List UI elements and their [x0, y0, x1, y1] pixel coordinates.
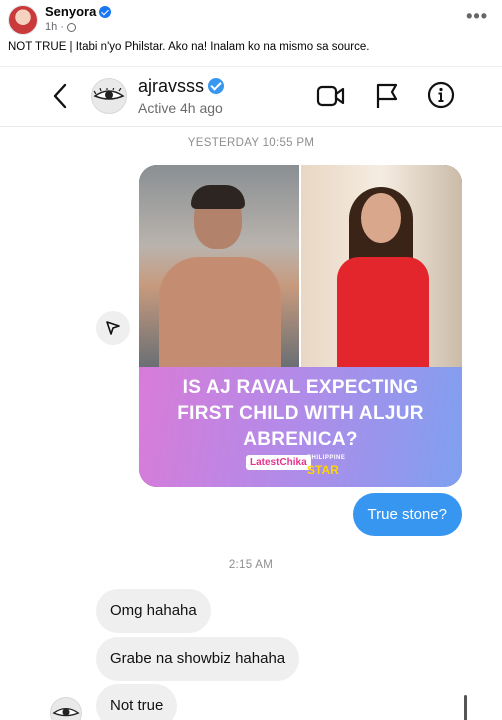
shared-post-photo-right: [301, 165, 462, 367]
back-icon[interactable]: [50, 81, 70, 111]
sender-avatar[interactable]: [50, 697, 82, 720]
received-message[interactable]: Not true: [96, 684, 178, 720]
dm-username-row[interactable]: ajravsss: [138, 76, 225, 97]
received-message[interactable]: Grabe na showbiz hahaha: [96, 637, 300, 681]
timestamp: 2:15 AM: [228, 559, 274, 571]
shared-post-card[interactable]: IS AJ RAVAL EXPECTING FIRST CHILD WITH A…: [139, 165, 462, 487]
info-icon[interactable]: [427, 81, 455, 109]
latestchika-logo: LatestChika: [246, 455, 311, 470]
verified-icon: [99, 6, 112, 18]
author-avatar[interactable]: [8, 5, 38, 35]
post-caption: NOT TRUE | Itabi n'yo Philstar. Ako na! …: [8, 41, 370, 53]
share-button[interactable]: [96, 311, 130, 345]
video-call-icon[interactable]: [316, 84, 346, 108]
author-name-row[interactable]: Senyora: [45, 4, 112, 19]
shared-post-photo-left: [139, 165, 300, 367]
dm-username[interactable]: ajravsss: [138, 76, 204, 96]
post-meta: 1h ·: [45, 21, 76, 33]
shared-post-headline: IS AJ RAVAL EXPECTING FIRST CHILD WITH A…: [177, 377, 424, 450]
philstar-logo: PHILIPPINE STAR: [307, 452, 345, 476]
active-status: Active 4h ago: [138, 100, 223, 116]
scrollbar[interactable]: [464, 695, 467, 720]
philstar-logo-main: STAR: [307, 463, 339, 477]
eye-icon: [93, 88, 125, 100]
eye-icon: [52, 707, 80, 717]
verified-icon: [208, 78, 225, 94]
facebook-post-header: Senyora 1h · ••• NOT TRUE | Itabi n'yo P…: [0, 0, 502, 70]
post-time[interactable]: 1h: [45, 21, 57, 33]
dm-screenshot[interactable]: ajravsss Active 4h ago YESTERDAY 10:55 P…: [0, 66, 502, 720]
sent-message[interactable]: True stone?: [352, 493, 462, 536]
avatar[interactable]: [91, 78, 127, 114]
more-icon[interactable]: •••: [466, 6, 488, 27]
globe-icon: [66, 22, 76, 32]
author-name[interactable]: Senyora: [45, 4, 96, 19]
timestamp: YESTERDAY 10:55 PM: [187, 137, 315, 149]
dm-header: ajravsss Active 4h ago: [0, 67, 502, 127]
flag-icon[interactable]: [374, 82, 400, 110]
received-message[interactable]: Omg hahaha: [96, 589, 211, 633]
paper-plane-icon: [106, 321, 120, 335]
